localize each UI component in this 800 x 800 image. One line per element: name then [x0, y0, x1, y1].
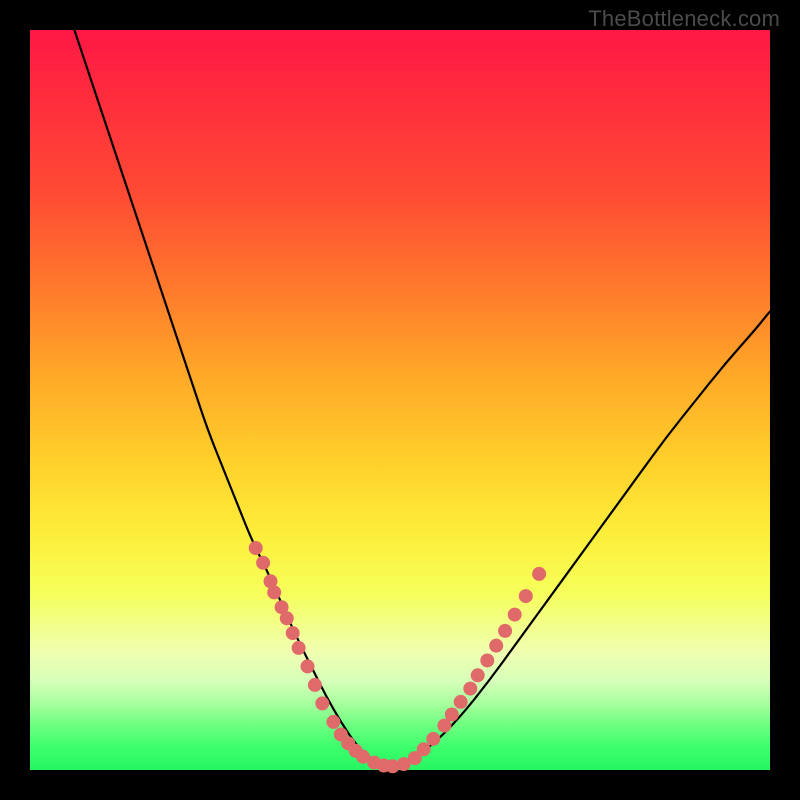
data-marker: [315, 696, 329, 710]
data-marker: [286, 626, 300, 640]
data-marker: [426, 732, 440, 746]
data-marker: [489, 639, 503, 653]
data-marker: [519, 589, 533, 603]
data-marker: [249, 541, 263, 555]
data-markers: [249, 541, 546, 773]
data-marker: [301, 659, 315, 673]
watermark-text: TheBottleneck.com: [588, 6, 780, 32]
chart-frame: TheBottleneck.com: [0, 0, 800, 800]
data-marker: [454, 695, 468, 709]
data-marker: [280, 611, 294, 625]
data-marker: [471, 668, 485, 682]
data-marker: [256, 556, 270, 570]
data-marker: [292, 641, 306, 655]
data-marker: [508, 608, 522, 622]
data-marker: [463, 682, 477, 696]
data-marker: [498, 624, 512, 638]
data-marker: [480, 653, 494, 667]
chart-svg: [30, 30, 770, 770]
data-marker: [267, 585, 281, 599]
data-marker: [308, 678, 322, 692]
data-marker: [445, 708, 459, 722]
data-marker: [417, 742, 431, 756]
data-marker: [326, 715, 340, 729]
bottleneck-curve: [74, 30, 770, 766]
plot-area: [30, 30, 770, 770]
data-marker: [532, 567, 546, 581]
